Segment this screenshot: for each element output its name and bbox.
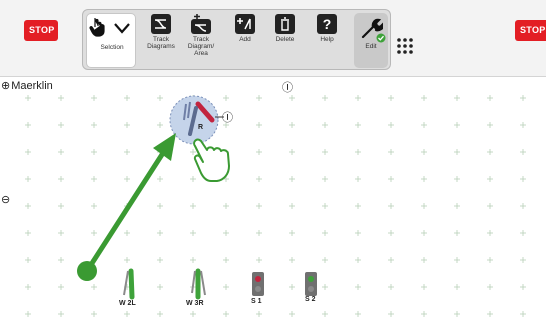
help-icon: ? bbox=[317, 14, 337, 34]
canvas-drawing bbox=[25, 95, 526, 317]
info-icon[interactable]: Ⓘ bbox=[282, 79, 293, 95]
signal-label-s1: S 1 bbox=[251, 298, 262, 305]
tool-label-track-diagrams: Track Diagrams bbox=[147, 36, 175, 50]
hand-pointer-icon bbox=[89, 18, 105, 37]
checkmark-icon bbox=[376, 33, 386, 43]
grid-points bbox=[25, 95, 526, 317]
signal-item-s2[interactable] bbox=[305, 272, 317, 296]
selection-tool[interactable]: Selction bbox=[86, 13, 136, 68]
zoom-out-icon[interactable]: ⊖ bbox=[1, 193, 10, 206]
tool-label-help: Help bbox=[320, 36, 334, 43]
track-label-w2l: W 2L bbox=[119, 300, 136, 307]
tool-label-selection: Selction bbox=[100, 44, 124, 51]
edit-tool[interactable]: Edit bbox=[354, 13, 388, 68]
delete-tool[interactable]: Delete bbox=[267, 13, 303, 43]
signal-item-s1[interactable] bbox=[252, 272, 264, 296]
stop-button-left[interactable]: STOP bbox=[24, 20, 58, 41]
trash-icon bbox=[275, 14, 295, 34]
toolbar: STOP Selction Track Diagrams Track Diagr… bbox=[0, 0, 546, 77]
track-diagram-area-tool[interactable]: Track Diagram/ Area bbox=[183, 13, 219, 57]
help-tool[interactable]: ? Help bbox=[309, 13, 345, 43]
tap-hand-icon bbox=[193, 138, 230, 182]
annotation-arrow bbox=[77, 133, 176, 281]
add-tool[interactable]: Add bbox=[227, 13, 263, 43]
track-label-w3r: W 3R bbox=[186, 300, 204, 307]
signal-label-s2: S 2 bbox=[305, 296, 316, 303]
rotate-control[interactable] bbox=[169, 95, 224, 145]
zoom-in-icon[interactable]: ⊕ bbox=[1, 80, 10, 92]
track-diagram-area-icon bbox=[191, 14, 211, 34]
tool-label-edit: Edit bbox=[365, 43, 377, 50]
tool-label-add: Add bbox=[239, 36, 251, 43]
rotate-label: R bbox=[198, 124, 204, 131]
track-diagrams-tool[interactable]: Track Diagrams bbox=[143, 13, 179, 50]
svg-text:?: ? bbox=[323, 16, 332, 32]
tool-label-delete: Delete bbox=[275, 36, 295, 43]
workspace-name: Maerklin bbox=[11, 80, 53, 92]
tool-label-track-diagram-area: Track Diagram/ Area bbox=[187, 36, 215, 57]
tool-panel: Selction Track Diagrams Track Diagram/ A… bbox=[82, 9, 413, 70]
track-diagram-canvas[interactable]: ⊕Maerklin ⊖ Ⓘ Ⓘ R W 2L W 3R S 1 S 2 bbox=[0, 78, 546, 321]
add-icon bbox=[235, 14, 255, 34]
grip-dots-icon[interactable] bbox=[395, 36, 415, 56]
track-item-w2l[interactable] bbox=[123, 268, 135, 300]
track-item-w3r[interactable] bbox=[191, 268, 206, 300]
workspace-label[interactable]: ⊕Maerklin bbox=[1, 79, 53, 92]
stop-button-right[interactable]: STOP bbox=[515, 20, 546, 41]
element-info-icon[interactable]: Ⓘ bbox=[222, 109, 233, 125]
track-diagrams-icon bbox=[151, 14, 171, 34]
chevron-down-icon[interactable] bbox=[113, 21, 131, 35]
